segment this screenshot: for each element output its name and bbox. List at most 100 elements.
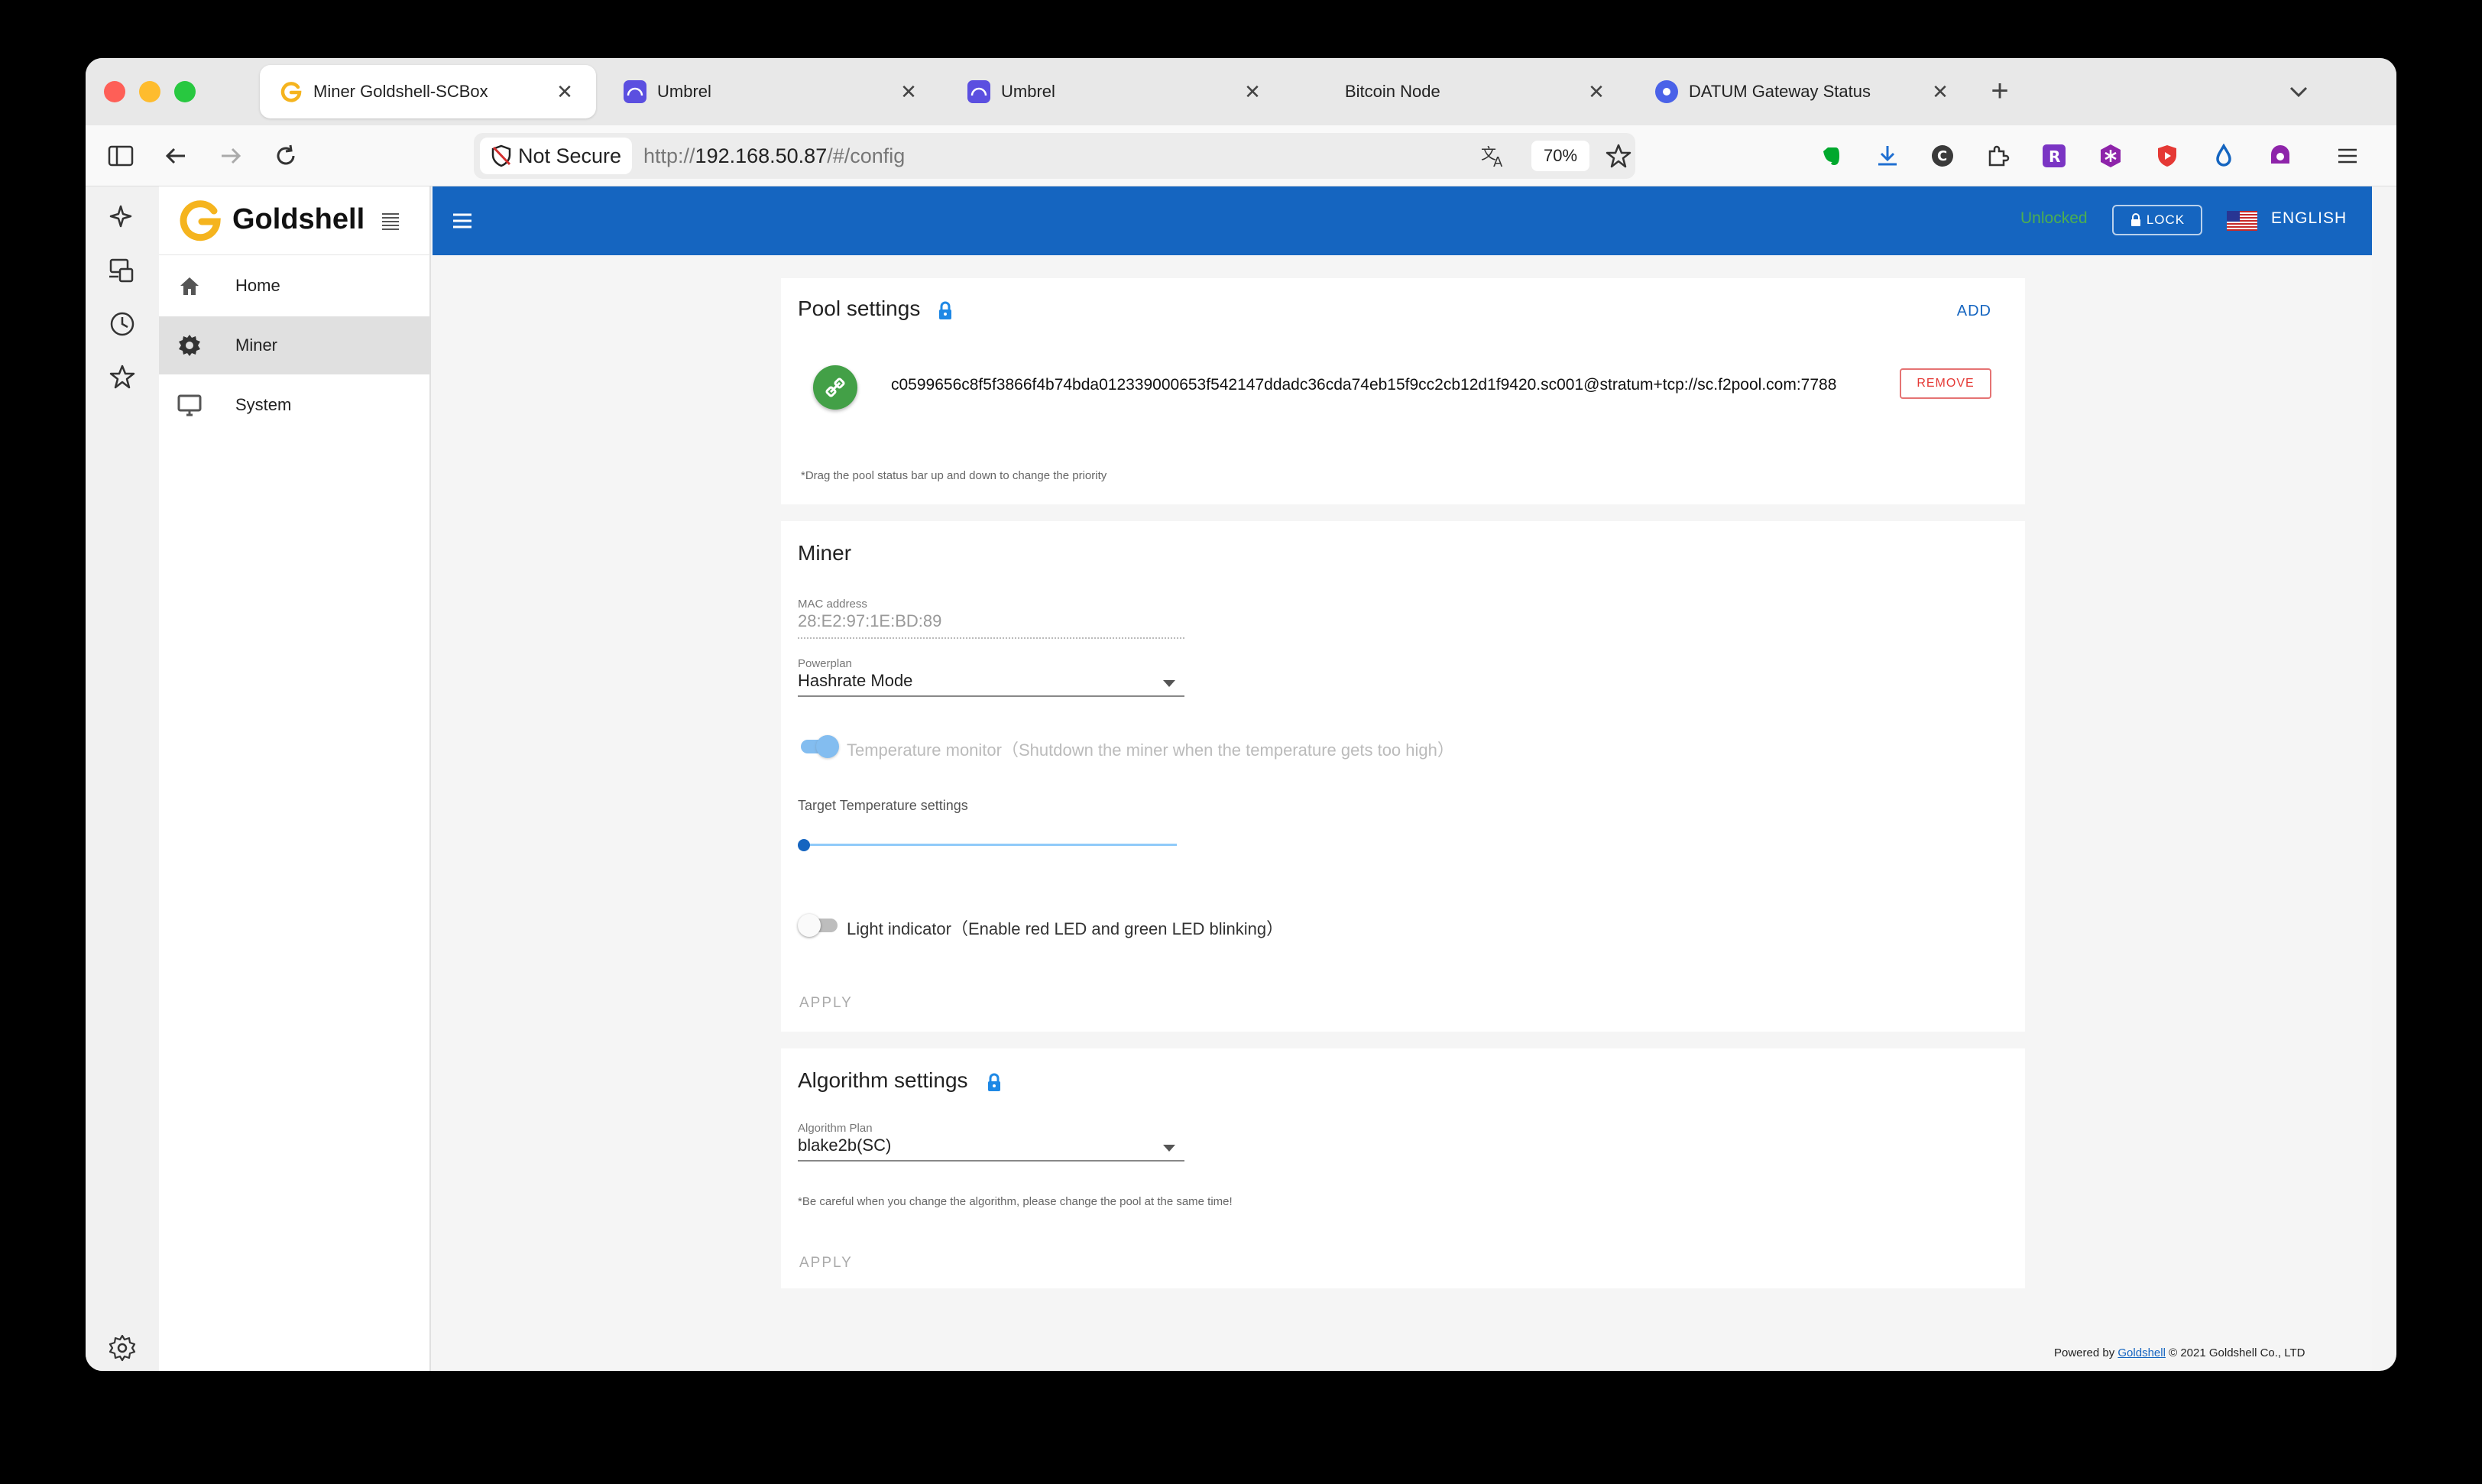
tab-miner-goldshell[interactable]: Miner Goldshell-SCBox ✕ [260, 65, 596, 118]
zoom-window-button[interactable] [174, 81, 196, 102]
algorithm-plan-value: blake2b(SC) [798, 1136, 892, 1155]
algorithm-apply-button[interactable]: APPLY [799, 1255, 853, 1272]
new-tab-button[interactable]: + [1981, 73, 2019, 109]
temperature-monitor-toggle[interactable] [798, 734, 841, 760]
download-icon[interactable] [1871, 139, 1904, 173]
url-bar[interactable]: Not Secure http://192.168.50.87/#/config… [474, 133, 1635, 179]
chevron-down-icon [1163, 1145, 1175, 1152]
translate-icon[interactable]: 文A [1481, 144, 1507, 172]
add-pool-button[interactable]: ADD [1957, 303, 1991, 320]
browser-sidebar [86, 186, 159, 1371]
close-tab-icon[interactable]: ✕ [1929, 80, 1952, 104]
umbrel-icon [967, 80, 990, 103]
page-footer: Powered by Goldshell © 2021 Goldshell Co… [2054, 1346, 2305, 1359]
close-window-button[interactable] [104, 81, 125, 102]
hamburger-menu-icon[interactable] [451, 209, 474, 232]
url-path: /#/config [827, 144, 906, 167]
target-temperature-slider[interactable] [781, 830, 1194, 860]
snowflake-extension-icon[interactable] [2094, 139, 2127, 173]
reload-icon[interactable] [269, 139, 303, 173]
miner-card: Miner MAC address 28:E2:97:1E:BD:89 Powe… [781, 521, 2025, 1032]
bookmarks-star-icon[interactable] [107, 362, 138, 393]
brand-header: Goldshell [159, 186, 431, 255]
language-selector[interactable]: ENGLISH [2271, 209, 2347, 228]
algorithm-settings-card: Algorithm settings Algorithm Plan blake2… [781, 1048, 2025, 1288]
powerplan-select[interactable]: Hashrate Mode [781, 671, 1194, 705]
svg-text:R: R [2049, 147, 2060, 166]
close-tab-icon[interactable]: ✕ [897, 80, 920, 104]
not-secure-label: Not Secure [518, 144, 622, 167]
chevron-down-icon [1163, 680, 1175, 687]
url-host: 192.168.50.87 [695, 144, 828, 167]
minimize-window-button[interactable] [139, 81, 160, 102]
customize-gear-icon[interactable] [107, 1333, 138, 1363]
close-tab-icon[interactable]: ✕ [1585, 80, 1608, 104]
tab-umbrel-2[interactable]: Umbrel ✕ [948, 65, 1284, 118]
collapse-menu-icon[interactable] [379, 209, 402, 236]
powerplan-value: Hashrate Mode [798, 671, 913, 690]
shield-extension-icon[interactable] [2150, 139, 2184, 173]
tab-title: Umbrel [1001, 82, 1055, 101]
sidebar-toggle-icon[interactable] [104, 139, 138, 173]
synced-devices-icon[interactable] [107, 255, 138, 286]
lock-button[interactable]: LOCK [2112, 205, 2202, 235]
target-temperature-label: Target Temperature settings [798, 798, 968, 813]
goldshell-link[interactable]: Goldshell [2117, 1346, 2166, 1359]
datum-icon [1655, 80, 1678, 103]
extensions-puzzle-icon[interactable] [1981, 139, 2014, 173]
tab-datum-gateway[interactable]: DATUM Gateway Status ✕ [1635, 65, 1972, 118]
close-tab-icon[interactable]: ✕ [1241, 80, 1264, 104]
toggle-knob [798, 914, 821, 937]
shield-slash-icon [489, 144, 514, 173]
back-arrow-icon[interactable] [159, 139, 193, 173]
tab-title: Miner Goldshell-SCBox [313, 82, 488, 101]
mac-address-value: 28:E2:97:1E:BD:89 [798, 611, 942, 630]
menu-icon[interactable] [2331, 139, 2364, 173]
forward-arrow-icon[interactable] [214, 139, 248, 173]
miner-apply-button[interactable]: APPLY [799, 995, 853, 1012]
close-tab-icon[interactable]: ✕ [553, 80, 576, 104]
footer-copyright: © 2021 Goldshell Co., LTD [2169, 1346, 2305, 1359]
slider-thumb[interactable] [798, 839, 810, 851]
tab-bitcoin-node[interactable]: Bitcoin Node ✕ [1291, 65, 1628, 118]
remove-pool-button[interactable]: REMOVE [1900, 368, 1991, 399]
nav-item-miner[interactable]: Miner [159, 316, 431, 374]
pool-url: c0599656c8f5f3866f4b74bda012339000653f54… [891, 376, 1837, 394]
history-clock-icon[interactable] [107, 309, 138, 339]
drop-extension-icon[interactable] [2207, 139, 2241, 173]
tab-title: Umbrel [657, 82, 711, 101]
us-flag-icon[interactable] [2227, 211, 2257, 231]
algorithm-warning-hint: *Be careful when you change the algorith… [798, 1195, 1233, 1208]
blank-favicon-icon [1311, 80, 1334, 103]
zoom-level[interactable]: 70% [1531, 141, 1589, 171]
tab-strip: Miner Goldshell-SCBox ✕ Umbrel ✕ Umbrel … [86, 58, 2396, 125]
pool-drag-hint: *Drag the pool status bar up and down to… [801, 469, 1107, 482]
tab-title: Bitcoin Node [1345, 82, 1440, 101]
ai-sparkle-icon[interactable] [107, 202, 138, 232]
slider-track [804, 844, 1177, 846]
url-text[interactable]: http://192.168.50.87/#/config [643, 133, 905, 179]
nav-label: Home [235, 276, 280, 295]
pool-status-link-icon[interactable] [813, 365, 857, 410]
tab-title: DATUM Gateway Status [1689, 82, 1871, 101]
goldshell-logo-icon [179, 199, 223, 247]
tab-list-chevron-icon[interactable] [2283, 76, 2314, 107]
nav-item-home[interactable]: Home [159, 257, 431, 315]
powerplan-label: Powerplan [798, 657, 852, 670]
security-indicator[interactable]: Not Secure [480, 138, 633, 174]
padlock-icon [937, 301, 954, 321]
purple-extension-icon[interactable] [2263, 139, 2297, 173]
padlock-icon [986, 1073, 1003, 1093]
bookmark-star-icon[interactable] [1605, 142, 1632, 173]
browser-window: Miner Goldshell-SCBox ✕ Umbrel ✕ Umbrel … [86, 58, 2396, 1371]
nav-item-system[interactable]: System [159, 376, 431, 434]
tab-umbrel-1[interactable]: Umbrel ✕ [604, 65, 940, 118]
evernote-extension-icon[interactable] [1814, 139, 1848, 173]
lock-status: Unlocked [2020, 209, 2088, 227]
r-extension-icon[interactable]: R [2037, 139, 2071, 173]
algorithm-plan-select[interactable]: blake2b(SC) [781, 1136, 1194, 1169]
mac-address-underline [798, 637, 1184, 639]
light-indicator-toggle[interactable] [798, 912, 841, 938]
temperature-monitor-label: Temperature monitor（Shutdown the miner w… [847, 740, 1454, 760]
c-extension-icon[interactable]: C [1926, 139, 1959, 173]
